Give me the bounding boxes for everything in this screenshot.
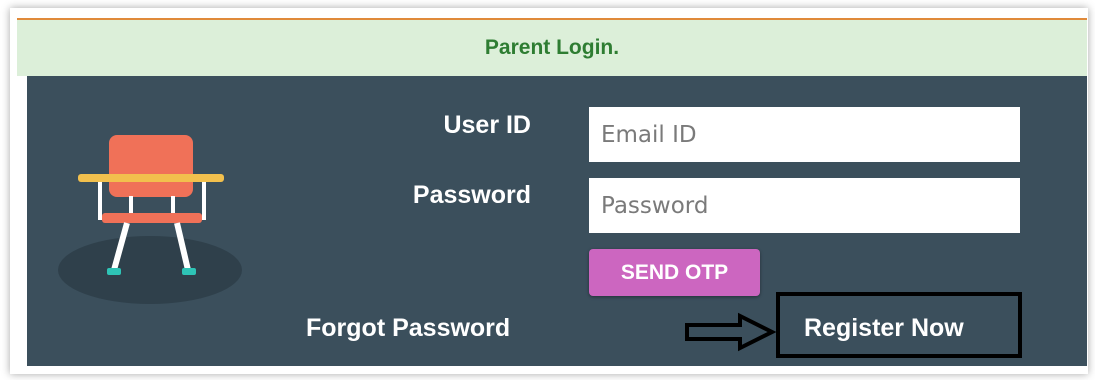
login-header: Parent Login. [17, 18, 1087, 76]
forgot-password-link[interactable]: Forgot Password [306, 314, 510, 343]
email-id-input[interactable] [589, 107, 1020, 162]
user-id-label: User ID [443, 111, 531, 139]
send-otp-button[interactable]: SEND OTP [589, 249, 760, 296]
arrow-right-icon [685, 312, 776, 352]
school-chair-icon [58, 135, 242, 304]
password-input[interactable] [589, 178, 1020, 233]
page-title: Parent Login. [484, 36, 620, 59]
password-label: Password [412, 181, 531, 209]
register-now-link[interactable]: Register Now [804, 314, 964, 343]
